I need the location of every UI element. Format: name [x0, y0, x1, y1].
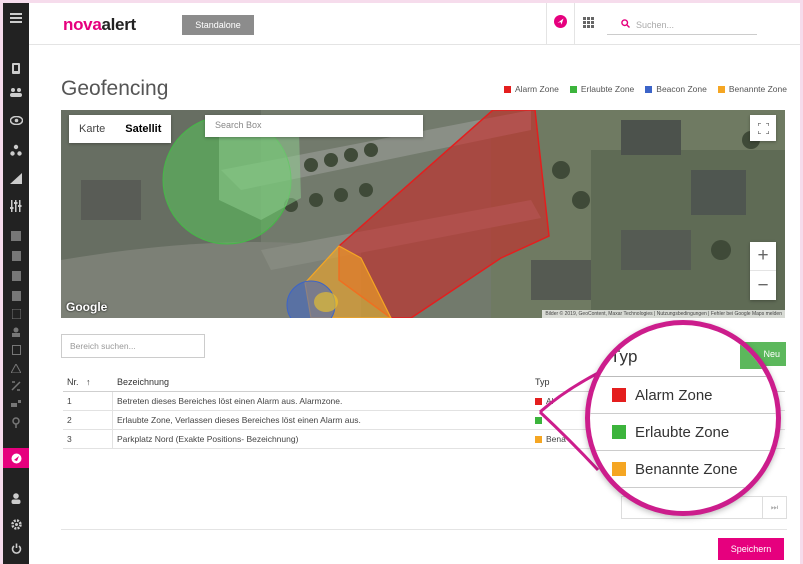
map-zoom-control: + −	[750, 242, 776, 300]
map-icon[interactable]	[3, 377, 29, 395]
zoom-out-button[interactable]: −	[750, 271, 776, 300]
region-search-input[interactable]: Bereich suchen...	[61, 334, 205, 358]
apps-button[interactable]	[574, 3, 602, 45]
sort-up-icon: ↑	[86, 376, 91, 387]
named-swatch	[612, 462, 626, 476]
grid-icon[interactable]	[3, 227, 29, 245]
apps-grid-icon	[583, 15, 594, 33]
tab-satellit[interactable]: Satellit	[115, 115, 171, 143]
legend-item-named: Benannte Zone	[717, 84, 787, 94]
sidebar	[3, 3, 29, 564]
legend-item-beacon: Beacon Zone	[645, 84, 707, 94]
navigate-icon	[554, 15, 567, 33]
callout-row-alarm: Alarm Zone	[590, 377, 776, 414]
map-search-input[interactable]: Search Box	[205, 115, 423, 137]
type-swatch	[535, 397, 542, 405]
doc-icon[interactable]	[3, 247, 29, 265]
zone-legend: Alarm Zone Erlaubte Zone Beacon Zone Ben…	[503, 84, 787, 94]
geofence-icon[interactable]	[3, 448, 29, 468]
fullscreen-icon	[757, 122, 769, 134]
settings-icon[interactable]	[3, 515, 29, 533]
page-title: Geofencing	[61, 77, 169, 100]
phone-icon[interactable]	[3, 59, 29, 77]
col-nr-header[interactable]: Nr. ↑	[63, 372, 113, 391]
callout-green-bar	[740, 345, 776, 369]
allowed-swatch	[612, 425, 626, 439]
legend-item-allowed: Erlaubte Zone	[569, 84, 634, 94]
mode-badge: Standalone	[182, 15, 254, 35]
menu-icon[interactable]	[3, 9, 29, 27]
legend-item-alarm: Alarm Zone	[503, 84, 559, 94]
eye-icon[interactable]	[3, 111, 29, 129]
alarm-swatch	[612, 388, 626, 402]
search-icon	[621, 19, 630, 30]
callout-row-allowed: Erlaubte Zone	[590, 414, 776, 451]
callout-row-named: Benannte Zone	[590, 451, 776, 488]
note-icon[interactable]	[3, 305, 29, 323]
type-legend-callout: Typ Alarm Zone Erlaubte Zone Benannte Zo…	[585, 320, 781, 516]
navigate-button[interactable]	[546, 3, 574, 45]
col-bezeichnung-header[interactable]: Bezeichnung	[113, 372, 531, 391]
map-type-tabs: Karte Satellit	[69, 115, 172, 143]
calendar-icon[interactable]	[3, 287, 29, 305]
sliders-icon[interactable]	[3, 197, 29, 215]
type-swatch	[535, 416, 542, 424]
top-bar: novaalert Standalone Suchen...	[29, 3, 800, 45]
tab-karte[interactable]: Karte	[69, 115, 115, 143]
user-icon[interactable]	[3, 489, 29, 507]
divider	[61, 529, 787, 530]
zoom-in-button[interactable]: +	[750, 242, 776, 271]
google-logo: Google	[66, 300, 108, 314]
square-icon[interactable]	[3, 341, 29, 359]
last-page-button[interactable]: ⏭	[762, 497, 786, 518]
top-search-input[interactable]: Suchen...	[607, 15, 757, 35]
map-attribution[interactable]: Bilder © 2019, GeoContent, Maxar Technol…	[542, 310, 785, 318]
people-icon[interactable]	[3, 83, 29, 101]
brand-logo[interactable]: novaalert	[63, 15, 136, 35]
signal-icon[interactable]	[3, 169, 29, 187]
warning-icon[interactable]	[3, 359, 29, 377]
power-icon[interactable]	[3, 539, 29, 557]
type-swatch	[535, 435, 542, 443]
geofence-map[interactable]: Karte Satellit Search Box + − Google Bil…	[61, 110, 785, 318]
keys-icon[interactable]	[3, 395, 29, 413]
location-icon[interactable]	[3, 413, 29, 431]
list-icon[interactable]	[3, 267, 29, 285]
network-icon[interactable]	[3, 141, 29, 159]
users-icon[interactable]	[3, 323, 29, 341]
fullscreen-button[interactable]	[750, 115, 776, 141]
save-button[interactable]: Speichern	[718, 538, 784, 560]
